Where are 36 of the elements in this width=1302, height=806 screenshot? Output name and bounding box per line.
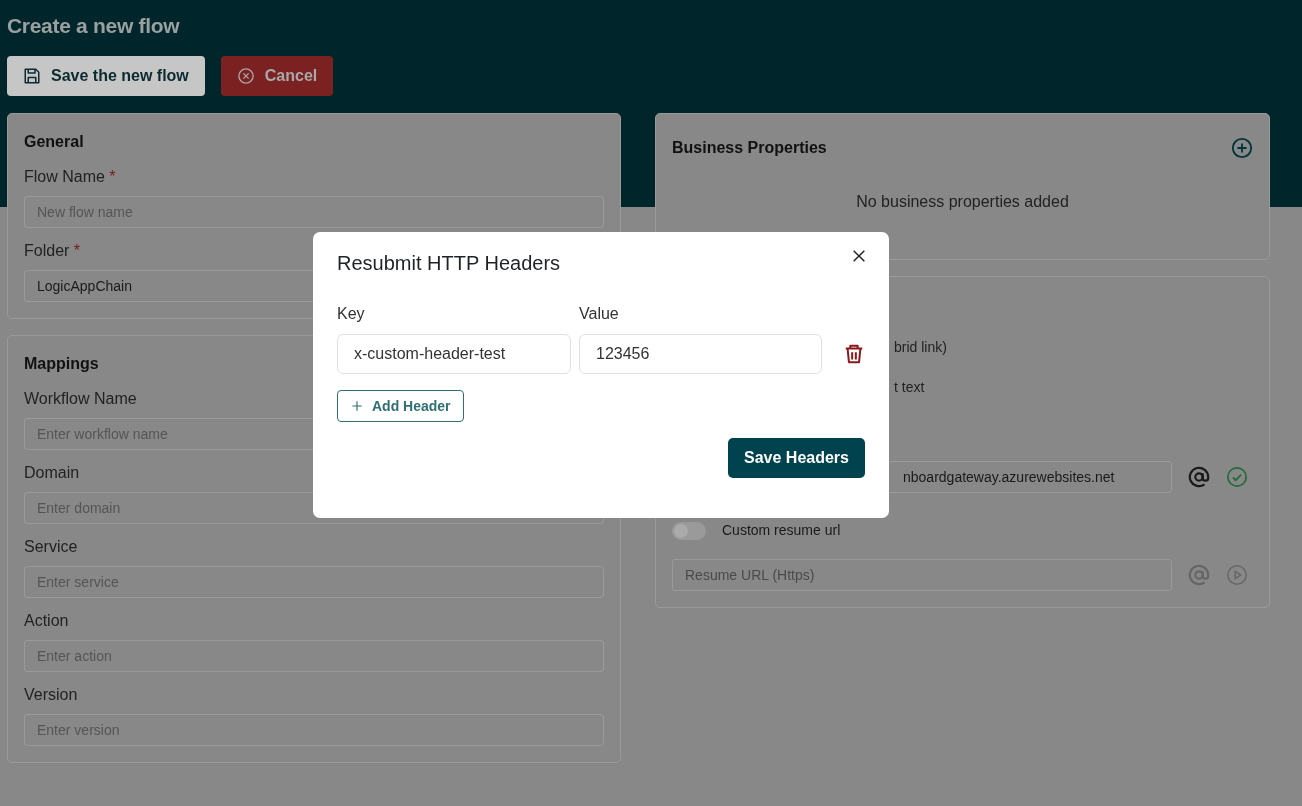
close-icon: [236, 67, 255, 85]
toggle-label: Custom resume url: [722, 521, 841, 540]
column-label: Key: [337, 304, 366, 324]
required-mark: *: [73, 242, 81, 259]
card-title: Mappings: [24, 354, 99, 374]
url-field[interactable]: Resume URL (Https): [672, 559, 1172, 591]
delete-icon[interactable]: [843, 343, 865, 365]
required-mark: *: [109, 168, 116, 185]
option-label: brid link): [894, 338, 947, 357]
dialog-title: Resubmit HTTP Headers: [337, 252, 561, 274]
key-field[interactable]: x-custom-header-test: [337, 334, 571, 374]
option-label: t text: [894, 378, 925, 397]
plus-icon: [350, 399, 364, 413]
field-label: Folder: [24, 242, 70, 259]
toggle-switch[interactable]: [672, 521, 706, 540]
field-label: Action: [24, 612, 69, 629]
field-label: Domain: [24, 464, 80, 481]
page-title: Create a new flow: [7, 13, 181, 39]
card-title: Business Properties: [672, 138, 827, 158]
field-label: Service: [24, 538, 78, 555]
column-label: Value: [579, 304, 619, 324]
empty-message: No business properties added: [855, 192, 1070, 212]
add-header-button[interactable]: Add Header: [337, 390, 464, 422]
field-label: Version: [24, 686, 78, 703]
field-label: Flow Name: [24, 168, 105, 185]
value-field[interactable]: 123456: [579, 334, 822, 374]
field-label: Workflow Name: [24, 390, 137, 407]
save-icon: [23, 67, 41, 85]
save-headers-button[interactable]: Save Headers: [728, 438, 865, 478]
card-title: General: [24, 132, 84, 152]
cancel-button[interactable]: Cancel: [220, 56, 334, 96]
check-icon[interactable]: [1226, 466, 1248, 488]
save-button[interactable]: Save the new flow: [7, 56, 205, 96]
add-icon[interactable]: [1231, 137, 1253, 159]
close-icon: [851, 248, 867, 264]
at-icon[interactable]: [1188, 466, 1210, 488]
